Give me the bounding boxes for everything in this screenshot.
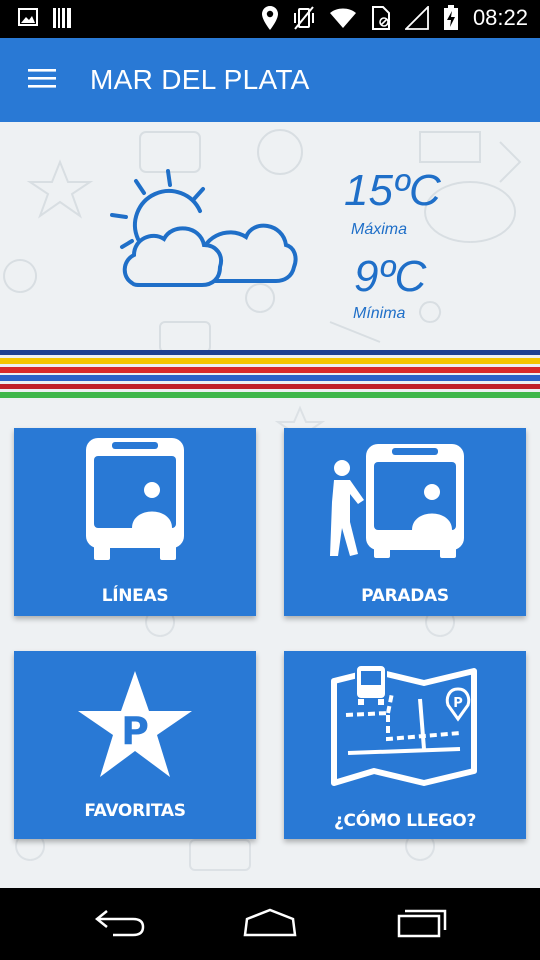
battery-icon <box>443 5 459 31</box>
app-bar: MAR DEL PLATA <box>0 38 540 122</box>
svg-text:P: P <box>453 696 463 711</box>
wifi-icon <box>329 7 357 29</box>
tile-como-llego[interactable]: P ¿CÓMO LLEGO? <box>284 651 526 839</box>
star-parking-icon: P <box>78 671 192 777</box>
signal-icon <box>404 6 429 30</box>
tile-favoritas-label: FAVORITAS <box>84 801 186 821</box>
partly-cloudy-icon <box>108 167 298 312</box>
menu-grid: LÍNEAS PARADAS P FAVORITAS P ¿CÓMO LLEGO… <box>0 400 540 888</box>
recents-button[interactable] <box>382 902 462 946</box>
min-temperature-label: Mínima <box>353 305 406 322</box>
home-icon <box>241 907 299 942</box>
tile-favoritas[interactable]: P FAVORITAS <box>14 651 256 839</box>
stripe <box>0 358 540 364</box>
max-temperature: 15ºC <box>344 166 441 215</box>
status-bar: 08:22 <box>0 0 540 38</box>
stripe <box>0 384 540 389</box>
route-map-icon: P <box>331 664 477 786</box>
bus-driver-icon <box>86 438 184 560</box>
weather-panel: 15ºC Máxima 9ºC Mínima <box>0 122 540 350</box>
menu-button[interactable] <box>20 60 64 100</box>
tile-lineas-label: LÍNEAS <box>101 586 169 606</box>
hamburger-menu-icon <box>27 67 57 94</box>
tile-paradas[interactable]: PARADAS <box>284 428 526 616</box>
tile-paradas-label: PARADAS <box>361 586 449 606</box>
tile-como-llego-label: ¿CÓMO LLEGO? <box>333 811 477 831</box>
max-temperature-label: Máxima <box>351 221 408 238</box>
back-icon <box>93 907 147 942</box>
min-temperature: 9ºC <box>354 252 427 301</box>
stripe <box>0 392 540 398</box>
back-button[interactable] <box>80 902 160 946</box>
stripe <box>0 367 540 373</box>
bus-stop-icon <box>330 444 464 558</box>
color-stripes <box>0 350 540 400</box>
tile-lineas[interactable]: LÍNEAS <box>14 428 256 616</box>
image-icon <box>18 7 38 29</box>
recents-icon <box>395 906 449 943</box>
sim-icon <box>371 5 391 31</box>
home-button[interactable] <box>230 902 310 946</box>
status-time: 08:22 <box>472 5 528 30</box>
vibrate-off-icon <box>293 5 315 31</box>
stripe <box>0 375 540 381</box>
svg-text:P: P <box>121 709 149 753</box>
app-title: MAR DEL PLATA <box>90 64 310 95</box>
navigation-bar <box>0 888 540 960</box>
barcode-icon <box>52 7 72 29</box>
location-icon <box>261 5 279 31</box>
stripe <box>0 350 540 355</box>
